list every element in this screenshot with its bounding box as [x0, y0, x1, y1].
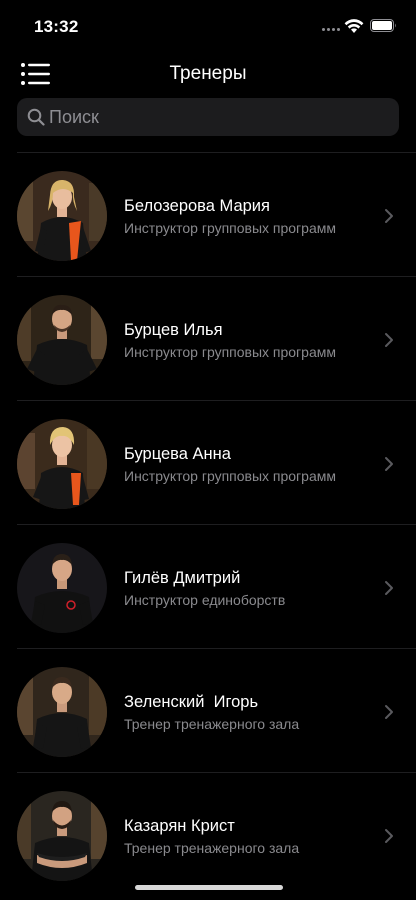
trainer-avatar: [17, 543, 107, 633]
trainer-role: Инструктор единоборств: [124, 592, 286, 608]
status-bar: 13:32: [0, 0, 416, 50]
trainer-role: Тренер тренажерного зала: [124, 716, 300, 732]
trainer-row[interactable]: Казарян Крист Тренер тренажерного зала: [0, 773, 416, 896]
nav-bar: Тренеры: [0, 50, 416, 98]
trainer-name: Бурцев Илья: [124, 321, 223, 339]
trainer-list: Белозерова Мария Инструктор групповых пр…: [0, 152, 416, 896]
home-indicator[interactable]: [135, 885, 283, 890]
trainer-row[interactable]: Гилёв Дмитрий Инструктор единоборств: [0, 525, 416, 648]
page-title: Тренеры: [169, 63, 247, 84]
trainer-role: Инструктор групповых программ: [124, 220, 336, 236]
wifi-icon: [344, 19, 364, 33]
status-time: 13:32: [34, 17, 79, 36]
trainer-role: Тренер тренажерного зала: [124, 840, 300, 856]
search-input[interactable]: [49, 98, 389, 136]
chevron-right-icon: [385, 209, 393, 223]
trainer-name: Зеленский Игорь: [124, 693, 259, 711]
battery-icon: [370, 19, 396, 32]
chevron-right-icon: [385, 581, 393, 595]
trainer-avatar: [17, 419, 107, 509]
trainer-role: Инструктор групповых программ: [124, 468, 336, 484]
trainer-row[interactable]: Белозерова Мария Инструктор групповых пр…: [0, 153, 416, 276]
trainer-avatar: [17, 295, 107, 385]
trainer-name: Бурцева Анна: [124, 445, 231, 463]
search-icon: [27, 108, 45, 126]
search-bar[interactable]: [17, 98, 399, 136]
trainer-row[interactable]: Бурцев Илья Инструктор групповых програм…: [0, 277, 416, 400]
trainer-name: Гилёв Дмитрий: [124, 569, 241, 587]
trainer-avatar: [17, 667, 107, 757]
chevron-right-icon: [385, 333, 393, 347]
trainers-screen: 13:32 Тренеры Поиск Белозерова Мария Инс…: [0, 0, 416, 900]
trainer-row[interactable]: Бурцева Анна Инструктор групповых програ…: [0, 401, 416, 524]
chevron-right-icon: [385, 705, 393, 719]
trainer-avatar: [17, 171, 107, 261]
chevron-right-icon: [385, 829, 393, 843]
trainer-row[interactable]: Зеленский Игорь Тренер тренажерного зала: [0, 649, 416, 772]
chevron-right-icon: [385, 457, 393, 471]
trainer-role: Инструктор групповых программ: [124, 344, 336, 360]
trainer-name: Казарян Крист: [124, 817, 235, 835]
trainer-name: Белозерова Мария: [124, 197, 270, 215]
cellular-signal-icon: [322, 28, 342, 32]
trainer-avatar: [17, 791, 107, 881]
